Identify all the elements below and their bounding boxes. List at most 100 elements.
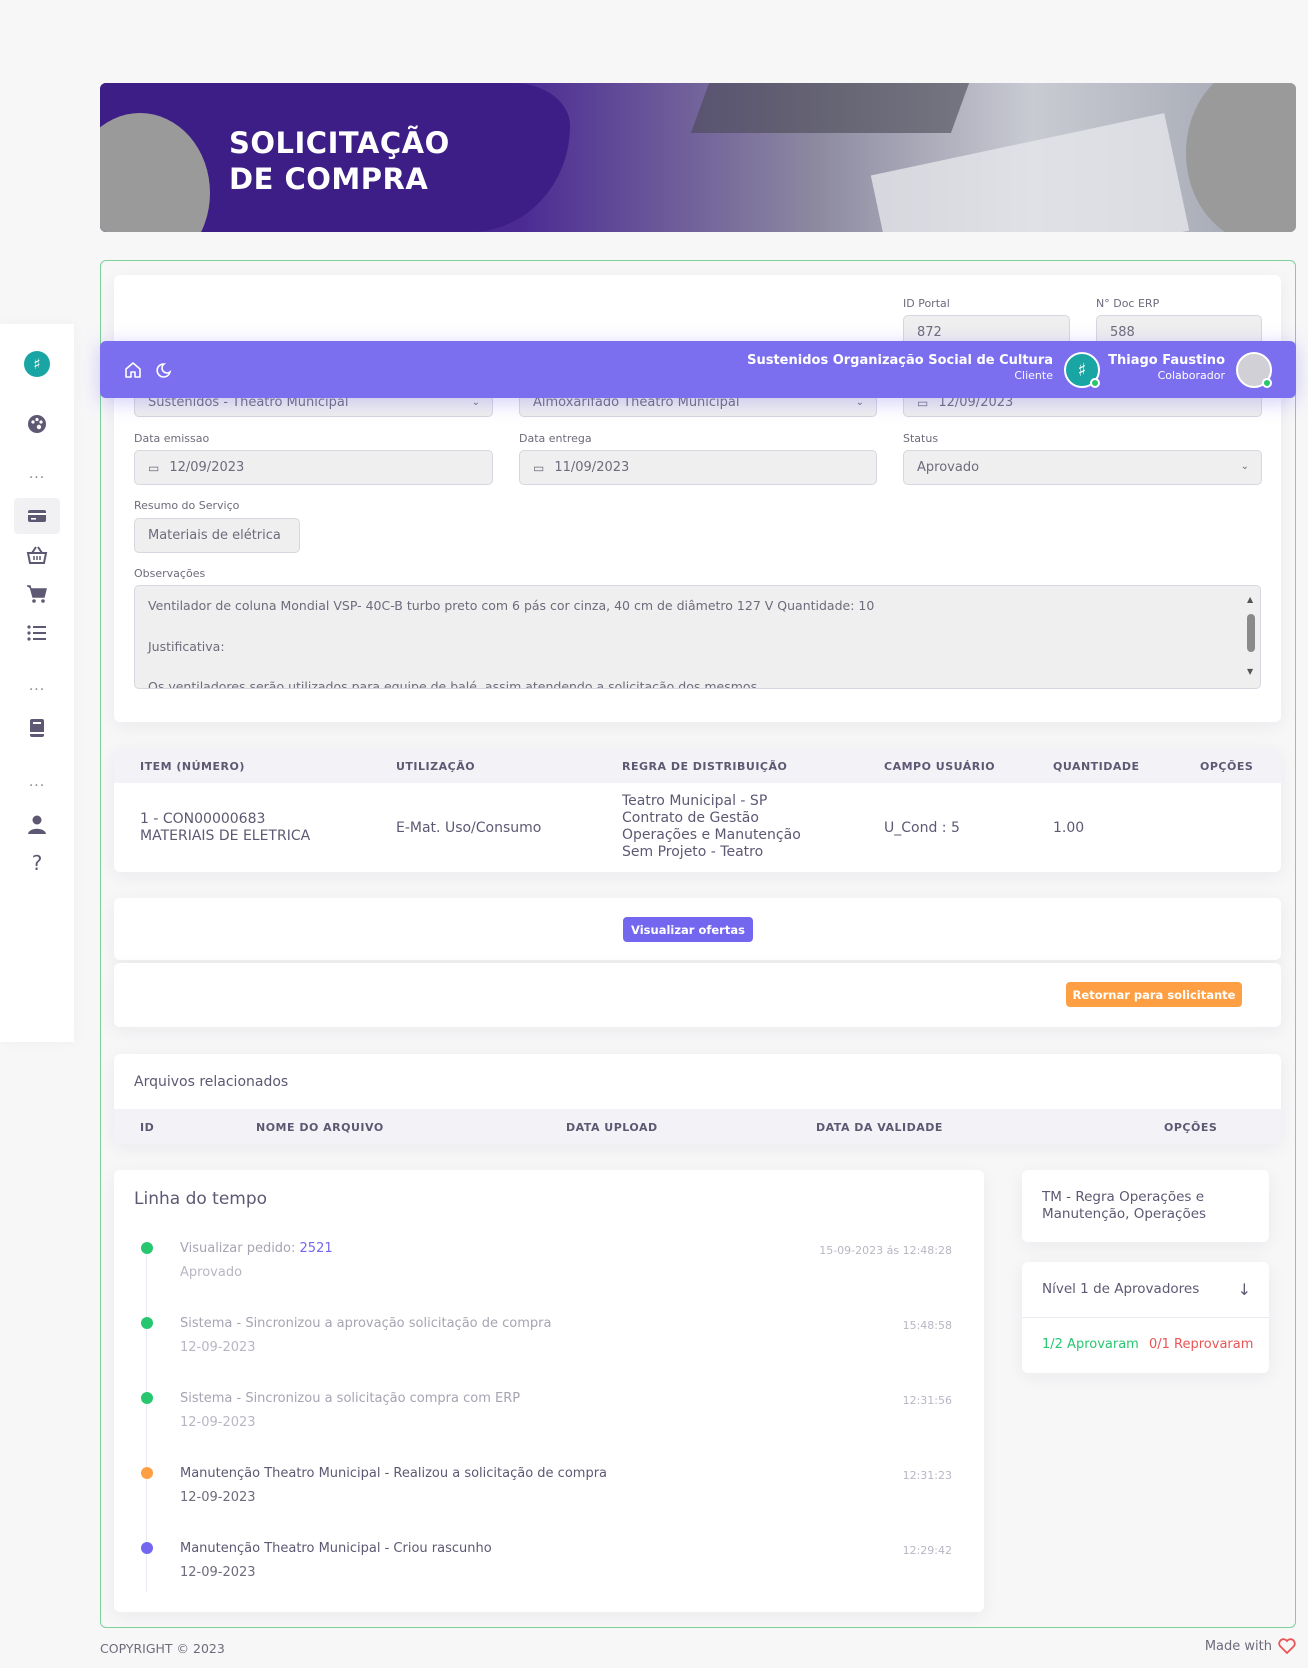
id-portal-value: 872 [917, 325, 942, 340]
items-table: ITEM (NÚMERO) UTILIZAÇÃO REGRA DE DISTRI… [114, 748, 1281, 872]
obs-line: Os ventiladores serão utilizados para eq… [148, 679, 762, 689]
top-navbar: Sustenidos Organização Social de Cultura… [100, 341, 1296, 398]
related-files-title: Arquivos relacionados [134, 1074, 289, 1090]
footer-copyright: COPYRIGHT © 2023 [100, 1641, 225, 1656]
th-quantidade: QUANTIDADE [1053, 760, 1140, 773]
timeline-event-title: Sistema - Sincronizou a aprovação solici… [180, 1316, 552, 1331]
sidebar-item-list[interactable] [14, 615, 60, 651]
status-select[interactable]: Aprovado ⌄ [903, 450, 1262, 485]
arrow-down-icon: ↓ [1237, 1280, 1251, 1299]
offers-card: Visualizar ofertas [114, 898, 1281, 960]
made-with-text: Made with [1204, 1638, 1272, 1654]
timeline-event-time: 15-09-2023 ás 12:48:28 [819, 1244, 952, 1257]
data-emissao-value: 12/09/2023 [169, 460, 245, 475]
page-title-line1: SOLICITAÇÃO [229, 126, 450, 160]
event-title-text: Visualizar pedido: [180, 1241, 300, 1256]
quantidade-cell: 1.00 [1053, 820, 1085, 836]
home-icon[interactable] [122, 359, 144, 381]
observacoes-textarea[interactable]: Ventilador de coluna Mondial VSP- 40C-B … [134, 585, 1261, 689]
user-info[interactable]: Thiago Faustino Colaborador [1108, 353, 1225, 382]
timeline-event-title: Visualizar pedido: 2521 [180, 1241, 333, 1256]
timeline-event-sub: 12-09-2023 [180, 1340, 256, 1355]
sidebar-item-book[interactable] [14, 710, 60, 746]
timeline-dot [141, 1392, 153, 1404]
timeline-event-sub: Aprovado [180, 1265, 243, 1280]
calendar-icon: ▭ [533, 460, 545, 475]
sidebar-item-basket[interactable] [14, 537, 60, 573]
regra-cell: Teatro Municipal - SP Contrato de Gestão… [622, 793, 801, 861]
th-item: ITEM (NÚMERO) [140, 760, 245, 773]
calendar-icon: ▭ [148, 460, 160, 475]
list-icon [27, 625, 46, 641]
data-emissao-field[interactable]: ▭ 12/09/2023 [134, 450, 493, 485]
page-title: SOLICITAÇÃO DE COMPRA [229, 125, 450, 197]
rule-line: TM - Regra Operações e [1042, 1189, 1205, 1205]
status-label: Status [903, 432, 939, 445]
th-regra: REGRA DE DISTRIBUIÇÃO [622, 760, 788, 773]
approvers-level-title: Nível 1 de Aprovadores [1042, 1281, 1200, 1297]
logo-icon: ♯ [24, 351, 50, 377]
doc-erp-value: 588 [1110, 325, 1135, 340]
id-portal-label: ID Portal [903, 297, 950, 310]
view-offers-button[interactable]: Visualizar ofertas [623, 917, 753, 942]
basket-icon [26, 546, 48, 564]
sidebar-item-dashboard[interactable] [14, 406, 60, 442]
sidebar-item-cart[interactable] [14, 576, 60, 612]
item-desc: MATERIAIS DE ELETRICA [140, 828, 311, 844]
question-icon: ? [31, 851, 43, 875]
table-header: ITEM (NÚMERO) UTILIZAÇÃO REGRA DE DISTRI… [114, 748, 1281, 783]
regra-line: Teatro Municipal - SP [622, 793, 768, 809]
data-entrega-value: 11/09/2023 [554, 460, 630, 475]
timeline-dot [141, 1317, 153, 1329]
banner-blob-right [1186, 83, 1296, 232]
timeline-event-time: 12:31:56 [902, 1394, 952, 1407]
related-files-card: Arquivos relacionados ID NOME DO ARQUIVO… [114, 1054, 1281, 1144]
th-id: ID [140, 1121, 155, 1134]
org-name: Sustenidos Organização Social de Cultura [747, 353, 1053, 368]
chevron-down-icon: ⌄ [855, 397, 864, 408]
th-file-name: NOME DO ARQUIVO [256, 1121, 384, 1134]
user-online-status [1262, 378, 1272, 388]
resumo-label: Resumo do Serviço [134, 499, 240, 512]
org-info[interactable]: Sustenidos Organização Social de Cultura… [747, 353, 1053, 382]
data-entrega-field[interactable]: ▭ 11/09/2023 [519, 450, 877, 485]
scrollbar-thumb[interactable] [1247, 614, 1255, 652]
approval-summary: 1/2 Aprovaram 0/1 Reprovaram [1042, 1337, 1253, 1352]
timeline-event-title: Sistema - Sincronizou a solicitação comp… [180, 1391, 521, 1406]
approval-rule-card: TM - Regra Operações e Manutenção, Opera… [1022, 1170, 1269, 1242]
doc-erp-label: N° Doc ERP [1096, 297, 1160, 310]
sidebar-section-dots: ··· [28, 778, 46, 794]
sidebar-item-user[interactable] [14, 806, 60, 842]
files-table-header: ID NOME DO ARQUIVO DATA UPLOAD DATA DA V… [114, 1109, 1281, 1144]
timeline-line [146, 1252, 147, 1592]
sidebar-item-help[interactable]: ? [14, 845, 60, 881]
approvers-header[interactable]: Nível 1 de Aprovadores ↓ [1022, 1262, 1269, 1318]
data-emissao-label: Data emissao [134, 432, 210, 445]
return-to-requester-button[interactable]: Retornar para solicitante [1066, 982, 1242, 1007]
item-number: 1 - CON00000683 MATERIAIS DE ELETRICA [140, 811, 310, 845]
chevron-down-icon: ⌄ [1240, 461, 1249, 472]
status-value: Aprovado [917, 460, 980, 475]
approved-count: 1/2 Aprovaram [1042, 1337, 1139, 1352]
timeline-event-time: 15:48:58 [902, 1319, 952, 1332]
banner-photo-laptop [690, 83, 970, 133]
regra-line: Contrato de Gestão [622, 810, 759, 826]
obs-line: Ventilador de coluna Mondial VSP- 40C-B … [148, 598, 875, 613]
timeline-card: Linha do tempo Visualizar pedido: 2521 A… [114, 1170, 984, 1612]
sidebar-item-payments[interactable] [14, 498, 60, 534]
th-upload-date: DATA UPLOAD [566, 1121, 658, 1134]
sidebar-logo[interactable]: ♯ [14, 346, 60, 382]
obs-line: Justificativa: [148, 638, 225, 654]
th-utilizacao: UTILIZAÇÃO [396, 760, 476, 773]
resumo-field[interactable]: Materiais de elétrica [134, 518, 300, 553]
timeline-event-time: 12:31:23 [902, 1469, 952, 1482]
regra-line: Sem Projeto - Teatro [622, 844, 764, 860]
timeline-dot [141, 1467, 153, 1479]
campo-usuario-cell: U_Cond : 5 [884, 820, 960, 836]
textarea-scrollbar[interactable]: ▲ ▼ [1246, 590, 1256, 686]
moon-icon[interactable] [154, 359, 176, 381]
footer-made-with: Made with [1205, 1638, 1296, 1654]
timeline-event-sub: 12-09-2023 [180, 1415, 256, 1430]
order-link[interactable]: 2521 [300, 1241, 333, 1256]
user-role: Colaborador [1157, 369, 1225, 382]
